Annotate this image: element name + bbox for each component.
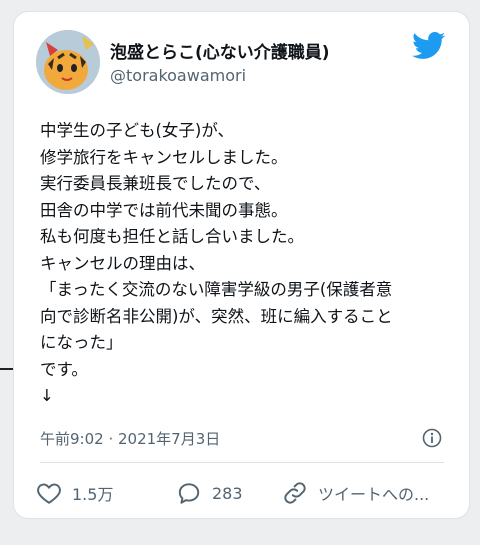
avatar[interactable]	[36, 30, 100, 94]
tweet-line: 向で診断名非公開)が、突然、班に編入すること	[40, 306, 393, 326]
tweet-text: 中学生の子ども(女子)が、 修学旅行をキャンセルしました。 実行委員長兼班長でし…	[40, 118, 460, 410]
tweet-line: 修学旅行をキャンセルしました。	[40, 147, 288, 167]
tweet-line: ↓	[40, 386, 54, 405]
tweet-actions: 1.5万 283 ツイートへの...	[36, 480, 456, 508]
reply-count: 283	[212, 483, 243, 503]
twitter-bird-icon	[412, 32, 446, 59]
share-label: ツイートへの...	[318, 485, 430, 504]
tweet-timestamp[interactable]: 午前9:02 · 2021年7月3日	[40, 428, 220, 449]
divider	[40, 462, 444, 463]
tweet-line: キャンセルの理由は、	[40, 253, 205, 273]
display-name[interactable]: 泡盛とらこ(心ない介護職員)	[110, 38, 330, 63]
heart-icon	[37, 483, 61, 504]
tweet-line: 実行委員長兼班長でしたので、	[40, 174, 271, 193]
info-icon[interactable]	[422, 428, 442, 448]
reply-button[interactable]: 283	[176, 480, 243, 506]
tweet-line: 田舎の中学では前代未聞の事態。	[40, 200, 288, 220]
like-count: 1.5万	[72, 485, 114, 504]
tweet-line: になった」	[40, 333, 123, 352]
tweet-card[interactable]: 泡盛とらこ(心ない介護職員) @torakoawamori 中学生の子ども(女子…	[14, 12, 469, 518]
tweet-line: です。	[40, 359, 88, 379]
link-icon	[284, 482, 306, 504]
reply-bubble-icon	[178, 483, 200, 504]
tweet-line: 中学生の子ども(女子)が、	[40, 121, 235, 140]
user-handle[interactable]: @torakoawamori	[110, 66, 246, 85]
tweet-line: 私も何度も担任と話し合いました。	[40, 227, 304, 246]
share-link-button[interactable]: ツイートへの...	[282, 480, 429, 506]
like-button[interactable]: 1.5万	[36, 480, 113, 506]
tweet-line: 「まったく交流のない障害学級の男子(保護者意	[40, 280, 393, 299]
